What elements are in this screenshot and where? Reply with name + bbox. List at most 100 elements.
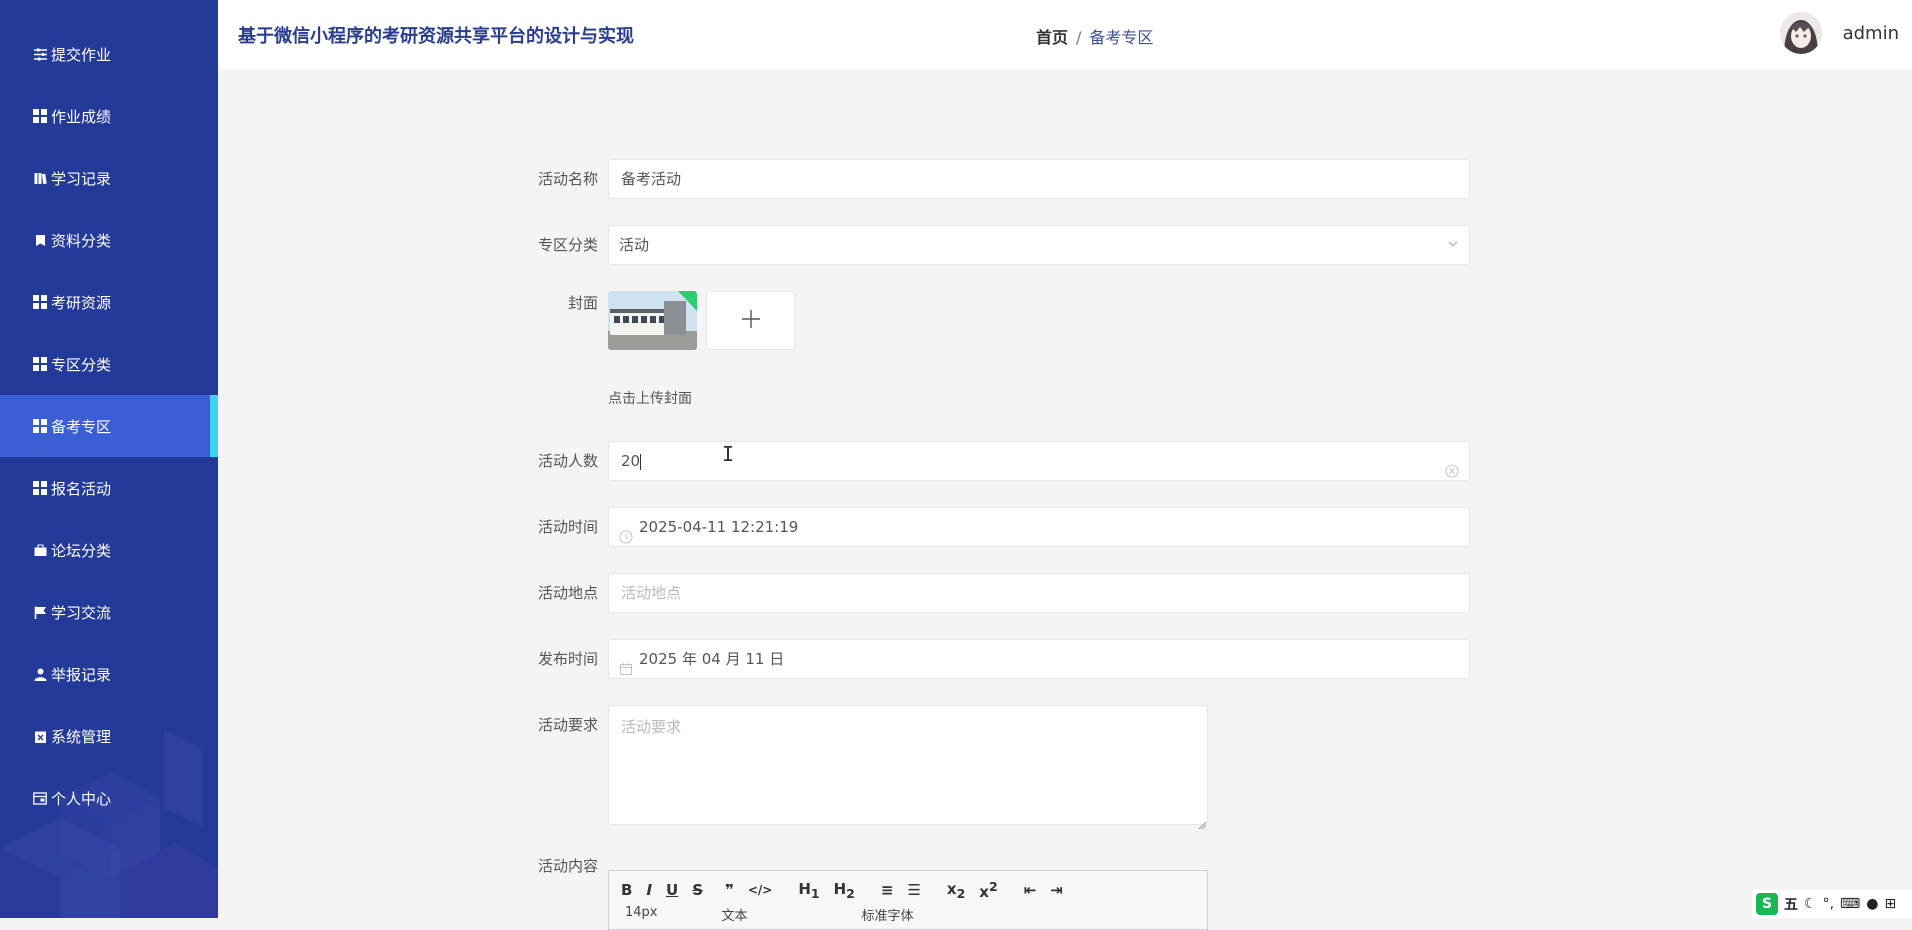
form-row-people: 活动人数 20: [512, 441, 1470, 481]
card-icon: [33, 791, 47, 805]
breadcrumb: 首页 / 备考专区: [1036, 24, 1153, 48]
sidebar-item[interactable]: 备考专区: [0, 395, 218, 457]
editor-toolbar-row2: 14px 文本 标准字体: [625, 905, 914, 924]
sidebar-item[interactable]: 学习交流: [0, 581, 218, 643]
content-label: 活动内容: [537, 857, 598, 875]
form-row-category: 专区分类 活动: [512, 225, 1470, 265]
font-family-select[interactable]: 标准字体: [862, 905, 914, 924]
time-label: 活动时间: [537, 518, 598, 536]
h2-icon[interactable]: H2: [834, 880, 855, 901]
rich-text-editor[interactable]: B I U S ❞ </> H1 H2 ≡ ☰ x2 x2 ⇤ ⇥ 14px 文…: [608, 870, 1208, 930]
code-icon[interactable]: </>: [748, 883, 773, 897]
sidebar-item-label: 报名活动: [51, 479, 112, 498]
user-icon[interactable]: ●: [1866, 896, 1878, 912]
page-title: 基于微信小程序的考研资源共享平台的设计与实现: [238, 26, 634, 47]
h1-icon[interactable]: H1: [798, 880, 819, 901]
bullet-list-icon[interactable]: ☰: [907, 881, 920, 899]
outdent-icon[interactable]: ⇤: [1024, 881, 1037, 899]
sidebar-item[interactable]: 专区分类: [0, 333, 218, 395]
people-value: 20: [621, 452, 641, 470]
subscript-icon[interactable]: x2: [947, 880, 965, 901]
place-input[interactable]: 活动地点: [608, 573, 1470, 613]
sidebar-item-label: 系统管理: [51, 727, 112, 746]
clipboard-icon: [33, 729, 47, 743]
place-label: 活动地点: [537, 584, 598, 602]
name-label: 活动名称: [537, 170, 598, 188]
publish-label: 发布时间: [537, 650, 598, 668]
format-select[interactable]: 文本: [722, 905, 748, 924]
name-input[interactable]: 备考活动: [608, 159, 1470, 199]
sidebar-item-label: 个人中心: [51, 789, 112, 808]
sidebar-item[interactable]: 学习记录: [0, 147, 218, 209]
sidebar-item[interactable]: 提交作业: [0, 23, 218, 85]
sidebar-item-label: 举报记录: [51, 665, 112, 684]
category-label: 专区分类: [537, 236, 598, 254]
sliders-icon: [33, 47, 47, 61]
clear-icon[interactable]: [1445, 454, 1459, 492]
sidebar-item-label: 学习记录: [51, 169, 112, 188]
book-icon: [33, 171, 47, 185]
sidebar-item[interactable]: 考研资源: [0, 271, 218, 333]
username[interactable]: admin: [1799, 23, 1899, 44]
sidebar-item-label: 资料分类: [51, 231, 112, 250]
indent-icon[interactable]: ⇥: [1050, 881, 1063, 899]
grid-icon: [33, 357, 47, 371]
sidebar-item[interactable]: 举报记录: [0, 643, 218, 705]
punctuation-icon[interactable]: °,: [1823, 896, 1834, 912]
superscript-icon[interactable]: x2: [979, 879, 997, 901]
sidebar-item[interactable]: 学习计划: [0, 0, 218, 23]
sidebar-menu: 学习计划提交作业作业成绩学习记录资料分类考研资源专区分类备考专区报名活动论坛分类…: [0, 0, 218, 829]
publish-date-picker[interactable]: 2025 年 04 月 11 日: [608, 639, 1470, 679]
sidebar-item-label: 专区分类: [51, 355, 112, 374]
require-label: 活动要求: [537, 716, 598, 734]
form-row-content: 活动内容 B I U S ❞ </> H1 H2 ≡ ☰ x2 x2 ⇤ ⇥ 1…: [512, 852, 1470, 930]
sidebar-item[interactable]: 资料分类: [0, 209, 218, 271]
bold-icon[interactable]: B: [621, 881, 632, 899]
people-label: 活动人数: [537, 452, 598, 470]
sidebar-item-label: 学习计划: [51, 0, 111, 3]
resize-handle-icon[interactable]: [1198, 815, 1207, 834]
strike-icon[interactable]: S: [692, 881, 703, 899]
sidebar-item-label: 学习交流: [51, 603, 112, 622]
moon-icon[interactable]: ☾: [1804, 896, 1817, 912]
quote-icon[interactable]: ❞: [725, 881, 734, 899]
form-row-publish: 发布时间 2025 年 04 月 11 日: [512, 639, 1470, 679]
sidebar-item[interactable]: 系统管理: [0, 705, 218, 767]
ime-mode[interactable]: 五: [1784, 894, 1798, 914]
breadcrumb-current: 备考专区: [1089, 28, 1154, 47]
people-input[interactable]: 20: [608, 441, 1470, 481]
sidebar-item[interactable]: 个人中心: [0, 767, 218, 829]
briefcase-icon: [33, 543, 47, 557]
grid-icon: [33, 419, 47, 433]
sidebar-item[interactable]: 作业成绩: [0, 85, 218, 147]
breadcrumb-home[interactable]: 首页: [1036, 28, 1068, 47]
keyboard-icon[interactable]: ⌨: [1840, 896, 1860, 912]
sidebar-item-label: 论坛分类: [51, 541, 112, 560]
sidebar-item-label: 考研资源: [51, 293, 112, 312]
form-row-place: 活动地点 活动地点: [512, 573, 1470, 613]
cover-upload-button[interactable]: [706, 291, 795, 350]
italic-icon[interactable]: I: [646, 881, 652, 899]
text-cursor: [640, 453, 642, 470]
cover-thumbnail[interactable]: [608, 291, 697, 350]
require-textarea[interactable]: 活动要求: [608, 705, 1208, 825]
time-picker[interactable]: 2025-04-11 12:21:19: [608, 507, 1470, 547]
chevron-down-icon: [1447, 226, 1459, 264]
sidebar-item-label: 备考专区: [51, 417, 112, 436]
sidebar-item-label: 提交作业: [51, 45, 112, 64]
publish-value: 2025 年 04 月 11 日: [639, 650, 785, 668]
top-header: 基于微信小程序的考研资源共享平台的设计与实现 首页 / 备考专区 admin: [218, 0, 1912, 69]
sidebar-item[interactable]: 论坛分类: [0, 519, 218, 581]
font-size-select[interactable]: 14px: [625, 905, 658, 924]
mouse-ibeam-cursor: I: [722, 442, 735, 466]
sidebar: 学习计划提交作业作业成绩学习记录资料分类考研资源专区分类备考专区报名活动论坛分类…: [0, 0, 218, 918]
cover-hint: 点击上传封面: [608, 391, 692, 407]
grid-icon: [33, 295, 47, 309]
category-value: 活动: [619, 236, 650, 254]
underline-icon[interactable]: U: [666, 881, 678, 899]
ordered-list-icon[interactable]: ≡: [881, 881, 894, 899]
sidebar-item[interactable]: 报名活动: [0, 457, 218, 519]
category-select[interactable]: 活动: [608, 225, 1470, 265]
apps-icon[interactable]: ⊞: [1884, 896, 1896, 912]
breadcrumb-separator: /: [1076, 28, 1082, 47]
